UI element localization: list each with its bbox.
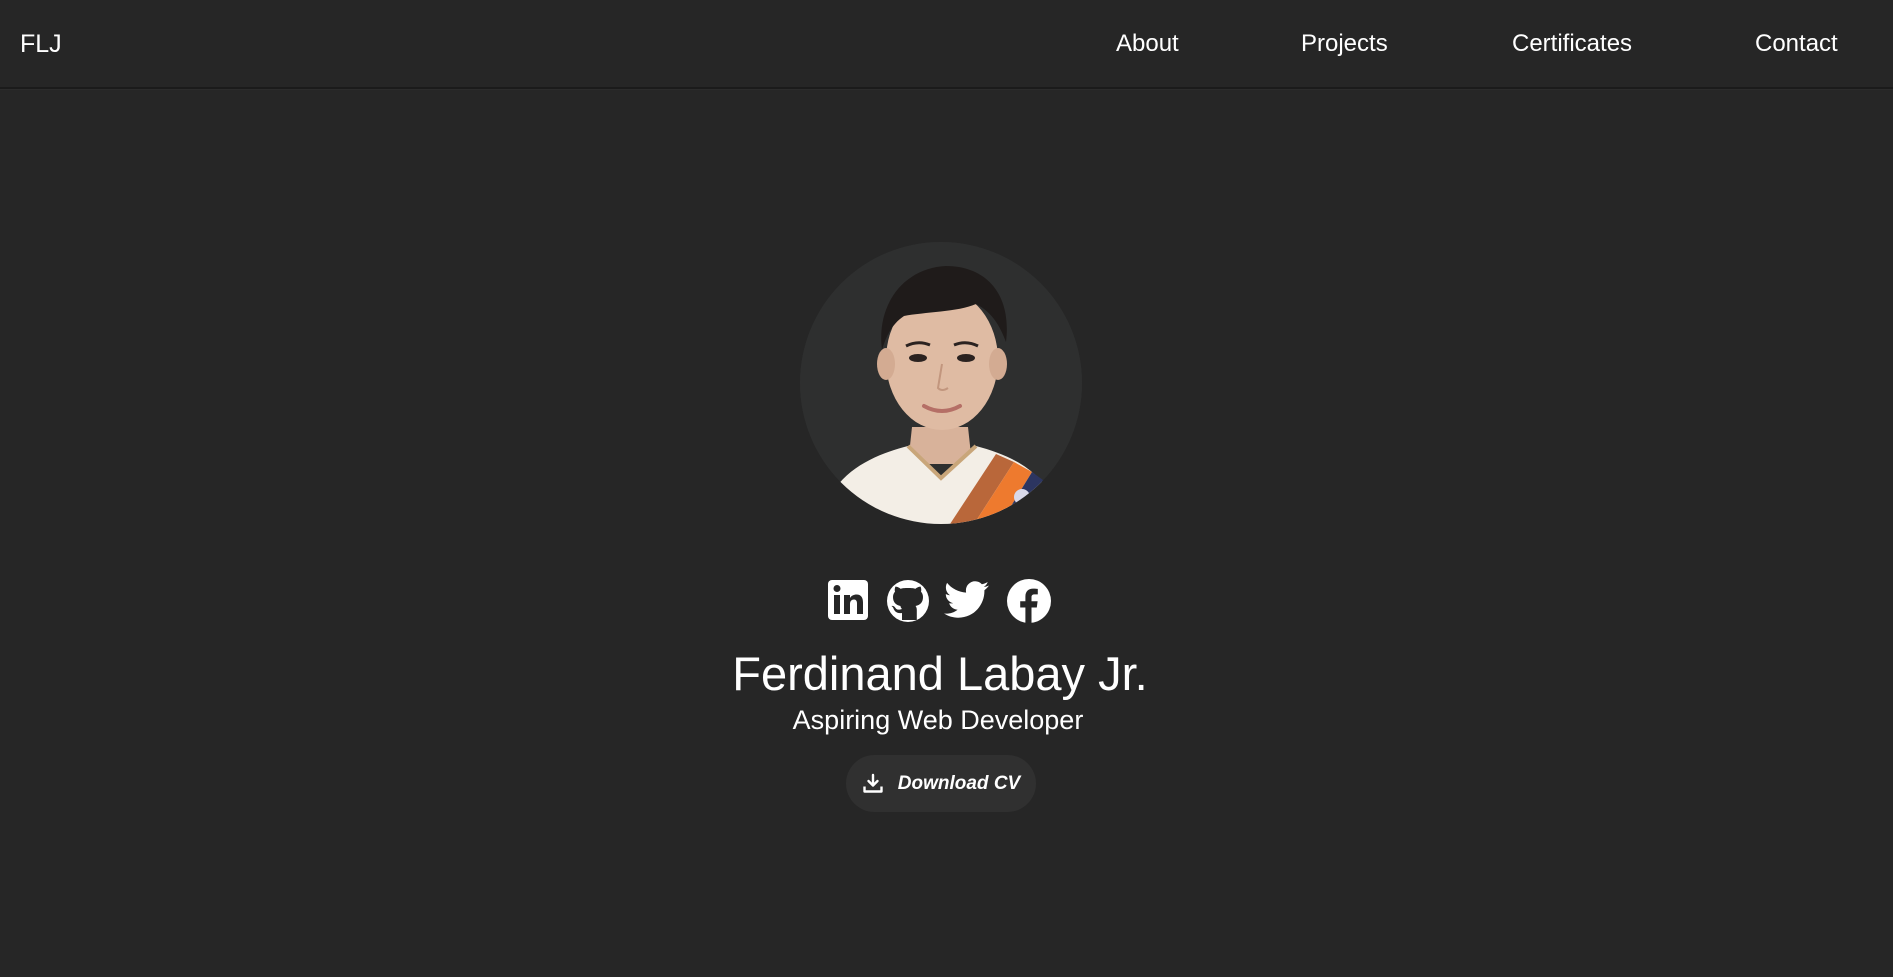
download-cv-button[interactable]: Download CV	[846, 755, 1036, 812]
download-icon	[863, 773, 883, 793]
github-icon[interactable]	[885, 578, 933, 626]
facebook-icon[interactable]	[1006, 578, 1054, 626]
download-cv-label: Download CV	[897, 772, 1021, 794]
linkedin-icon[interactable]	[826, 578, 874, 626]
social-links	[826, 578, 1056, 628]
top-navbar: FLJ About Projects Certificates Contact	[0, 0, 1893, 89]
nav-link-about[interactable]: About	[1116, 30, 1179, 58]
profile-role: Aspiring Web Developer	[792, 705, 1084, 735]
nav-link-certificates[interactable]: Certificates	[1512, 30, 1632, 58]
nav-link-projects[interactable]: Projects	[1301, 30, 1388, 58]
site-logo[interactable]: FLJ	[20, 29, 62, 59]
twitter-icon[interactable]	[943, 578, 991, 626]
nav-link-contact[interactable]: Contact	[1755, 30, 1838, 58]
profile-name: Ferdinand Labay Jr.	[732, 647, 1148, 700]
profile-photo	[800, 242, 1082, 524]
